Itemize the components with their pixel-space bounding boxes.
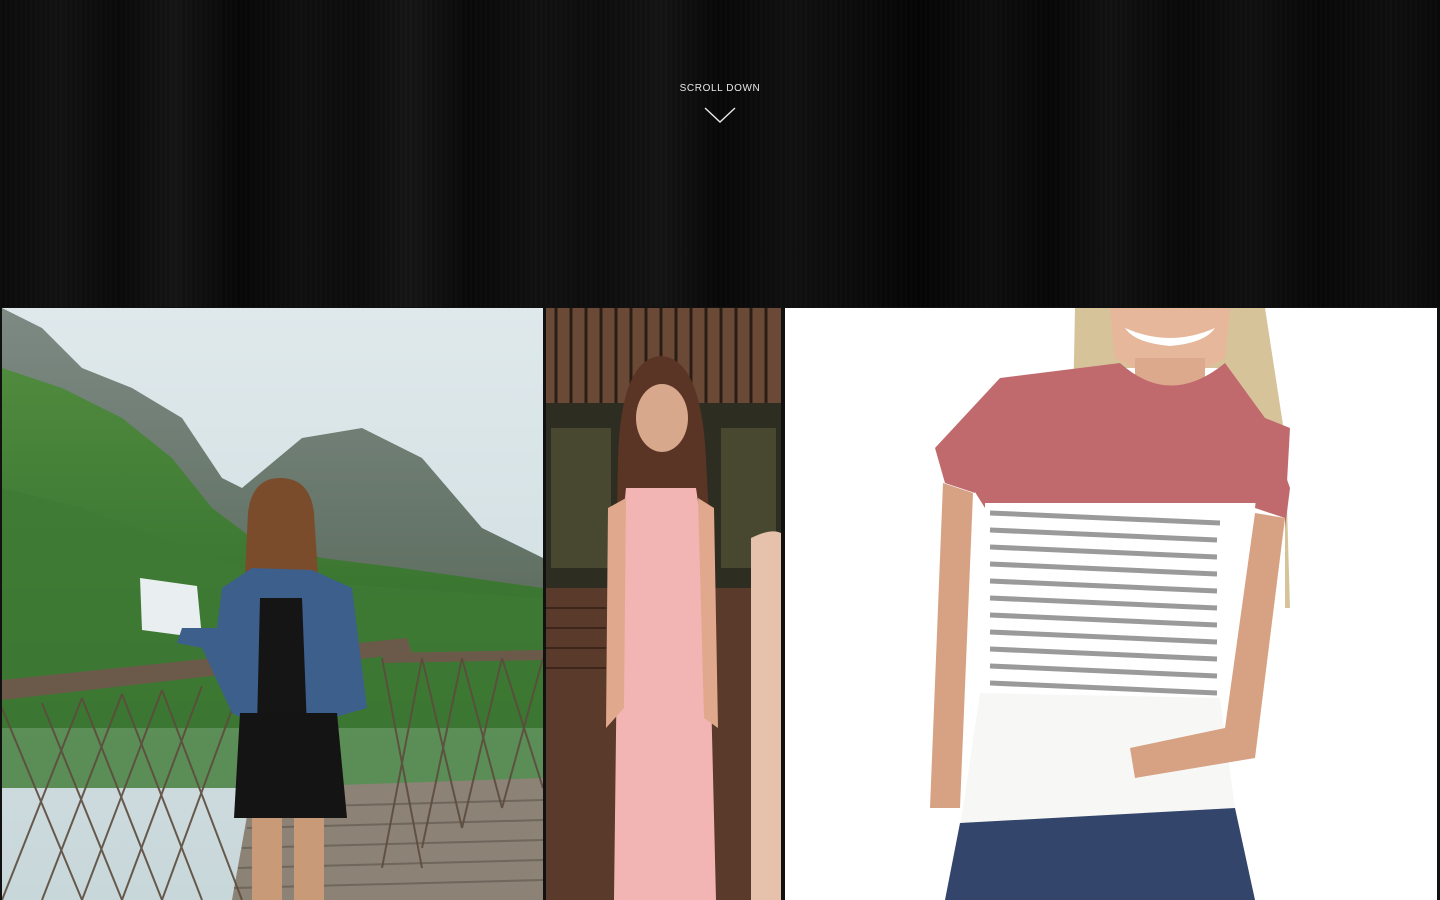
hero-banner: SCROLL DOWN xyxy=(0,0,1440,307)
chevron-down-icon[interactable] xyxy=(704,106,736,124)
woman-on-canopy-walkway-photo[interactable] xyxy=(2,308,543,900)
scroll-down-cue[interactable]: SCROLL DOWN xyxy=(0,82,1440,129)
striped-tshirt-product-photo[interactable] xyxy=(785,308,1437,900)
scroll-down-label: SCROLL DOWN xyxy=(679,83,761,94)
woman-in-pink-dress-photo[interactable] xyxy=(546,308,781,900)
photo-gallery xyxy=(0,307,1440,900)
